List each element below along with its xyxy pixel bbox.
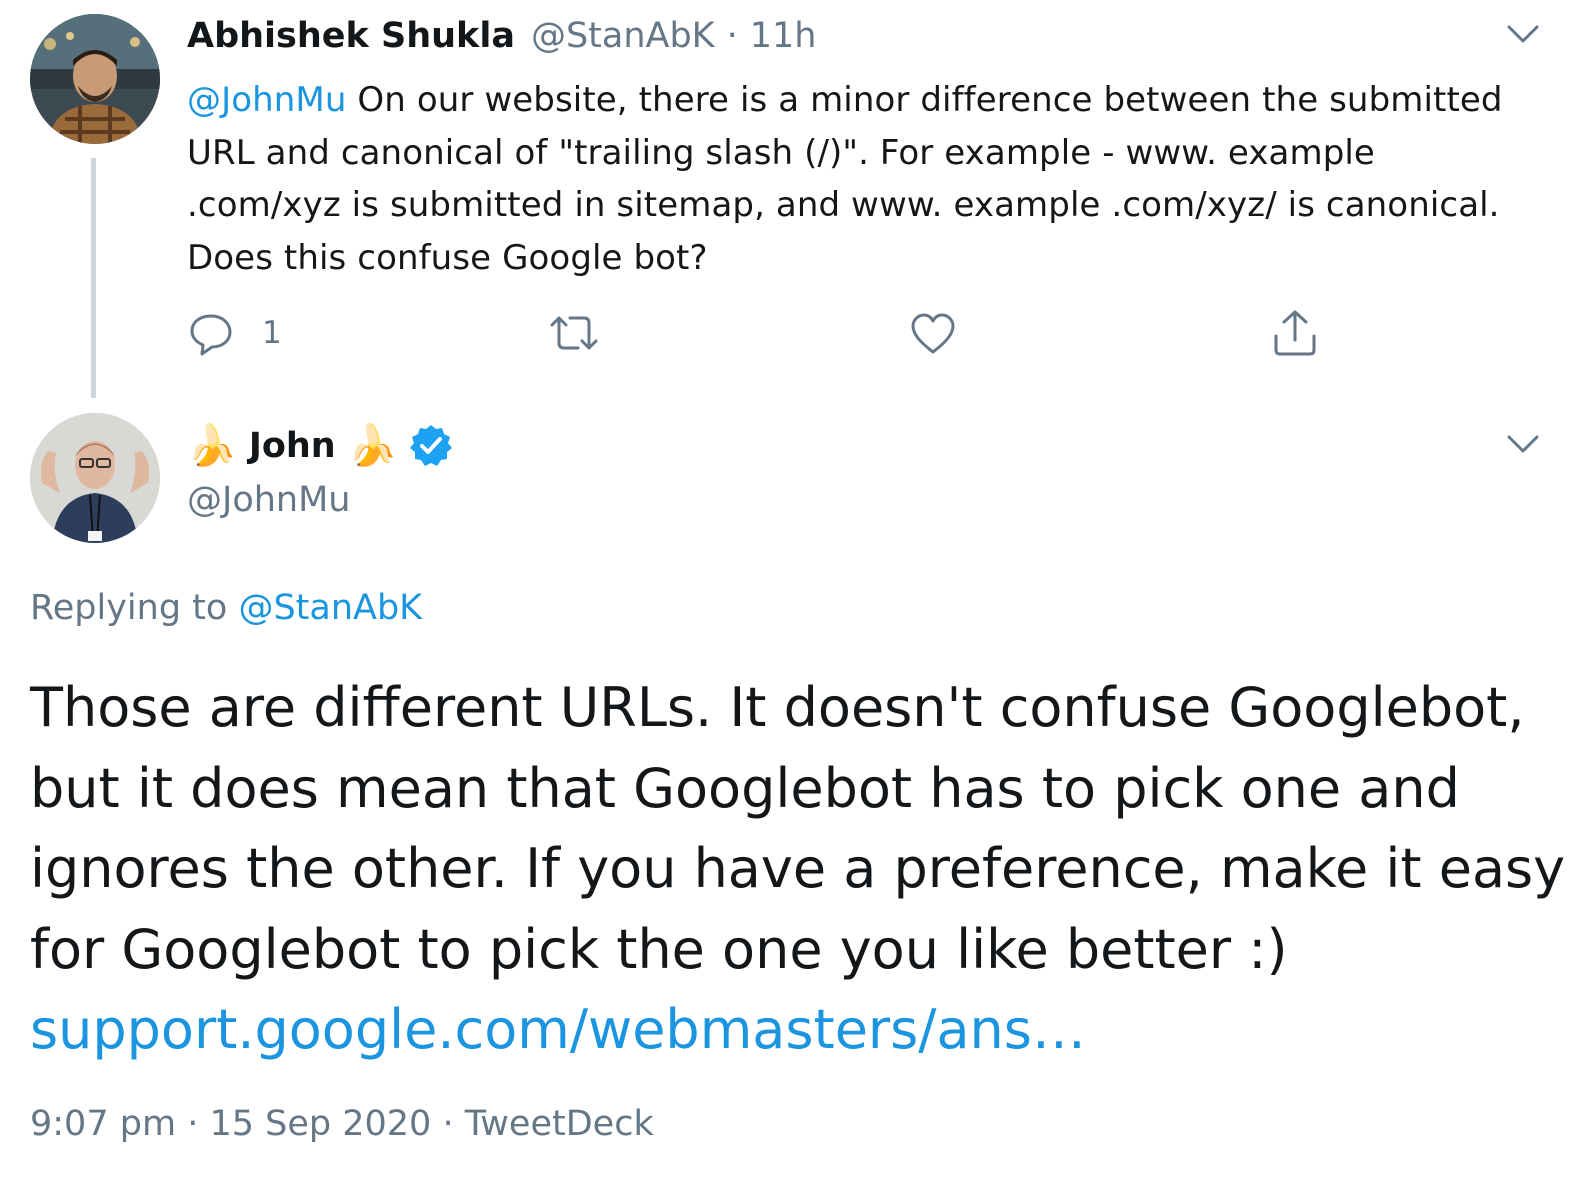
mention-link[interactable]: @JohnMu xyxy=(187,80,347,120)
tweet-time-ago[interactable]: 11h xyxy=(750,16,817,56)
retweet-button[interactable] xyxy=(548,313,600,353)
chevron-down-icon[interactable] xyxy=(1506,432,1540,456)
reply-button[interactable]: 1 xyxy=(188,310,282,356)
like-button[interactable] xyxy=(910,312,956,356)
share-icon xyxy=(1272,308,1318,358)
retweet-icon xyxy=(548,313,600,353)
tweet-date[interactable]: 15 Sep 2020 xyxy=(209,1104,431,1144)
tweet-time[interactable]: 9:07 pm xyxy=(30,1104,176,1144)
banana-emoji-right: 🍌 xyxy=(347,423,398,469)
header-separator: · xyxy=(726,16,738,56)
parent-tweet-text: @JohnMu On our website, there is a minor… xyxy=(187,74,1527,284)
avatar-john[interactable] xyxy=(30,413,160,543)
verified-badge-icon xyxy=(408,423,454,469)
reply-count: 1 xyxy=(262,315,282,351)
reply-tweet-body: Those are different URLs. It doesn't con… xyxy=(30,676,1566,981)
replying-to-line: Replying to @StanAbK xyxy=(30,588,422,628)
author-name[interactable]: Abhishek Shukla xyxy=(187,16,515,56)
reply-tweet-header: 🍌 John 🍌 xyxy=(187,422,454,469)
parent-tweet-header: Abhishek Shukla @StanAbK · 11h xyxy=(187,16,816,56)
heart-icon xyxy=(910,312,956,356)
avatar-abhishek[interactable] xyxy=(30,14,160,144)
replying-handle-link[interactable]: @StanAbK xyxy=(238,588,422,628)
thread-connector-line xyxy=(91,158,96,398)
reply-tweet-text: Those are different URLs. It doesn't con… xyxy=(30,668,1570,1071)
timestamp-separator: · xyxy=(442,1104,454,1144)
replying-label: Replying to xyxy=(30,588,239,628)
support-link[interactable]: support.google.com/webmasters/ans… xyxy=(30,998,1086,1061)
author-handle-john[interactable]: @JohnMu xyxy=(187,480,350,520)
tweet-client[interactable]: TweetDeck xyxy=(465,1104,654,1144)
chevron-down-icon[interactable] xyxy=(1506,22,1540,46)
reply-icon xyxy=(188,310,234,356)
author-handle[interactable]: @StanAbK xyxy=(531,16,715,56)
share-button[interactable] xyxy=(1272,308,1318,358)
banana-emoji-left: 🍌 xyxy=(187,423,237,469)
parent-tweet-body: On our website, there is a minor differe… xyxy=(187,80,1503,278)
author-name-john[interactable]: John xyxy=(249,426,336,466)
timestamp-separator: · xyxy=(187,1104,199,1144)
tweet-timestamp-line: 9:07 pm · 15 Sep 2020 · TweetDeck xyxy=(30,1104,654,1144)
